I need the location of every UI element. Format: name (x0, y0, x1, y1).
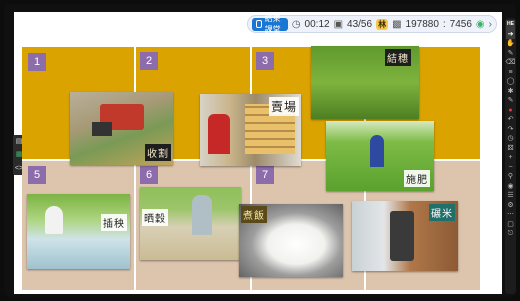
class-status-bar: 結束課堂 ◷ 00:12 ▣ 43/56 林 ▩ 197880 : 7456 ◉… (247, 14, 497, 34)
signal-icon: ◉ (475, 18, 485, 30)
step-number-7: 7 (256, 166, 274, 184)
right-toolbar: HE ➔ ✋ ✎ ⌫ ≡ ◯ ✱ ✎ ● ↶ ↷ ◷ ⚄ + − ⚲ ◉ ☰ ⚙… (505, 18, 516, 294)
dice-icon[interactable]: ⚄ (507, 144, 513, 154)
shopper-figure (208, 114, 230, 154)
slide-rice-process: 1 2 3 5 6 7 收割 賣場 結穗 施肥 插秧 晒穀 煮飯 碾米 (22, 46, 480, 290)
caption-mill: 碾米 (429, 204, 455, 221)
clock-icon: ◷ (291, 18, 301, 30)
ruler-icon[interactable]: ≡ (508, 68, 512, 78)
page-view-icon[interactable]: ▢ (507, 220, 514, 230)
more-icon[interactable]: ⋯ (507, 210, 514, 220)
harvester-track (92, 122, 112, 136)
stop-icon (256, 20, 262, 28)
photo-rice-ear[interactable]: 結穗 (311, 46, 419, 119)
toolbar-he-button[interactable]: HE (506, 20, 515, 30)
timer-icon[interactable]: ◷ (507, 134, 513, 144)
caption-transplant: 插秧 (101, 214, 127, 231)
caption-dry: 晒穀 (142, 209, 168, 226)
room-separator: : (442, 18, 446, 30)
room-icon: ▩ (392, 18, 402, 30)
caption-fertilize: 施肥 (404, 170, 430, 187)
step-number-1: 1 (28, 53, 46, 71)
step-number-5: 5 (28, 166, 46, 184)
undo-icon[interactable]: ↶ (508, 115, 514, 125)
photo-fertilize[interactable]: 施肥 (326, 121, 434, 191)
room-number: 197880 (405, 18, 439, 30)
redo-icon[interactable]: ↷ (508, 125, 514, 135)
photo-transplant[interactable]: 插秧 (27, 194, 130, 269)
color-red-icon[interactable]: ● (508, 106, 512, 116)
page-icon: ▣ (333, 18, 344, 30)
worker-figure (192, 195, 212, 235)
step-number-3: 3 (256, 52, 274, 70)
shape-icon[interactable]: ◯ (507, 77, 515, 87)
step-number-2: 2 (140, 52, 158, 70)
plus-icon[interactable]: + (508, 153, 512, 163)
mill-machine (390, 211, 414, 261)
exit-icon[interactable]: ⎋ (508, 229, 514, 239)
zoom-icon[interactable]: ⚲ (508, 172, 513, 182)
caption-cook: 煮飯 (241, 206, 267, 223)
chevron-right-icon[interactable]: › (489, 19, 492, 30)
pen-icon[interactable]: ✎ (508, 49, 514, 59)
minus-icon[interactable]: − (508, 163, 512, 173)
end-class-label: 結束課堂 (264, 14, 281, 34)
list-icon[interactable]: ☰ (507, 191, 513, 201)
photo-drying[interactable]: 晒穀 (140, 187, 241, 260)
photo-market[interactable]: 賣場 (200, 94, 301, 166)
settings-icon[interactable]: ⚙ (507, 201, 513, 211)
planter-figure (45, 206, 63, 234)
page-counter[interactable]: 43/56 (347, 19, 372, 30)
class-timer: 00:12 (304, 18, 330, 30)
caption-ear: 結穗 (385, 49, 411, 66)
photo-mill[interactable]: 碾米 (352, 201, 458, 271)
photo-cook[interactable]: 煮飯 (239, 204, 343, 277)
room-code: 7456 (449, 18, 472, 30)
end-class-button[interactable]: 結束課堂 (252, 14, 288, 34)
select-icon[interactable]: ➔ (506, 29, 515, 39)
photo-harvest[interactable]: 收割 (70, 92, 173, 165)
eraser-icon[interactable]: ⌫ (506, 58, 516, 68)
step-number-6: 6 (140, 166, 158, 184)
camera-icon[interactable]: ◉ (507, 182, 513, 192)
farmer-figure (370, 135, 384, 167)
teacher-badge: 林 (376, 18, 389, 30)
caption-sell: 賣場 (268, 97, 299, 116)
caption-harvest: 收割 (145, 144, 171, 161)
pan-icon[interactable]: ✋ (506, 39, 515, 49)
laser-icon[interactable]: ✱ (508, 87, 514, 97)
highlighter-icon[interactable]: ✎ (508, 96, 514, 106)
